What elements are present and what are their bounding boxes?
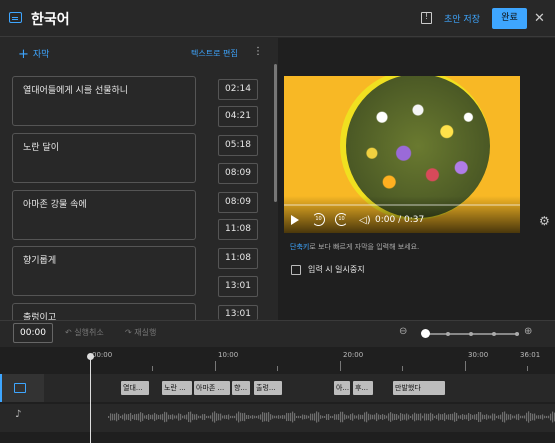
tick-label: 20:00: [343, 351, 364, 359]
zoom-step: [469, 332, 473, 336]
add-subtitle-button[interactable]: + 자막: [18, 47, 49, 62]
tick-label: 00:00: [92, 351, 113, 359]
cue-start-time[interactable]: 02:14: [218, 79, 258, 100]
feedback-icon[interactable]: [421, 12, 432, 24]
subtitles-icon: [9, 12, 22, 23]
zoom-slider[interactable]: [424, 332, 519, 336]
tick: [465, 361, 466, 371]
playhead[interactable]: [90, 356, 91, 443]
cue-text: 노란 달이: [23, 143, 59, 153]
subtitle-block[interactable]: 노란 ...: [162, 381, 192, 395]
zoom-in-icon[interactable]: ⊕: [524, 326, 532, 337]
subtitles-icon: [14, 383, 26, 393]
zoom-step: [492, 332, 496, 336]
save-draft-button[interactable]: 초안 저장: [444, 12, 480, 25]
cue-text-box[interactable]: 노란 달이: [12, 133, 196, 183]
subtitle-block[interactable]: 아...: [334, 381, 350, 395]
cue-start-time[interactable]: 13:01: [218, 305, 258, 320]
cue-text: 향기롭게: [23, 256, 57, 266]
cue-end-time[interactable]: 08:09: [218, 163, 258, 184]
subtitle-block[interactable]: 향...: [232, 381, 250, 395]
tick: [215, 361, 216, 371]
pause-while-typing-checkbox[interactable]: [291, 265, 301, 275]
pause-while-typing-label: 입력 시 일시중지: [308, 265, 365, 274]
shortcut-hint: 단축키로 보다 빠르게 자막을 입력해 보세요.: [290, 242, 419, 252]
cue-text-box[interactable]: 열대어들에게 시를 선물하니: [12, 76, 196, 126]
shortcut-hint-text: 로 보다 빠르게 자막을 입력해 보세요.: [309, 243, 420, 251]
subtitle-block[interactable]: 만발했다: [393, 381, 445, 395]
subtitle-block[interactable]: 아마존 ...: [194, 381, 230, 395]
undo-icon: ↶: [65, 328, 75, 337]
close-icon[interactable]: ✕: [534, 11, 545, 26]
play-icon[interactable]: [291, 215, 299, 225]
tick: [277, 366, 278, 371]
audio-waveform: [108, 411, 555, 423]
subtitle-block[interactable]: 열대...: [121, 381, 149, 395]
cue-text-box[interactable]: 향기롭게: [12, 246, 196, 296]
volume-icon[interactable]: ◁): [359, 215, 371, 226]
cue-list-scrollbar[interactable]: [274, 64, 277, 202]
zoom-slider-thumb[interactable]: [421, 329, 430, 338]
cue-text-box[interactable]: 출렁이고: [12, 303, 196, 323]
tick: [527, 366, 528, 371]
playhead-handle[interactable]: [87, 353, 94, 360]
current-time-field[interactable]: 00:00: [13, 323, 53, 343]
tick: [152, 366, 153, 371]
tick: [402, 366, 403, 371]
video-progress-bar[interactable]: [284, 204, 520, 206]
tick-label: 36:01: [520, 351, 541, 359]
cue-start-time[interactable]: 05:18: [218, 135, 258, 156]
cue-end-time[interactable]: 11:08: [218, 219, 258, 240]
undo-button[interactable]: ↶ 실행취소: [65, 327, 104, 338]
shortcut-link[interactable]: 단축키: [290, 243, 309, 251]
music-note-icon: ♪: [15, 409, 22, 420]
plus-icon: +: [18, 47, 29, 62]
cue-start-time[interactable]: 11:08: [218, 248, 258, 269]
tick: [340, 361, 341, 371]
redo-button[interactable]: ↷ 재실행: [125, 327, 156, 338]
edit-as-text-button[interactable]: 텍스트로 편집: [191, 48, 238, 59]
cue-text-box[interactable]: 아마존 강물 속에: [12, 190, 196, 240]
redo-label: 재실행: [134, 328, 157, 337]
zoom-step: [446, 332, 450, 336]
video-time: 0:00 / 0:37: [375, 215, 425, 225]
tick-label: 30:00: [468, 351, 489, 359]
timeline-ruler[interactable]: 00:00 10:00 20:00 30:00 36:01: [0, 347, 555, 372]
subtitle-block[interactable]: 출렁...: [254, 381, 282, 395]
zoom-step: [515, 332, 519, 336]
video-player[interactable]: 10 10 ◁) 0:00 / 0:37: [284, 76, 520, 233]
page-title: 한국어: [31, 12, 70, 28]
cue-end-time[interactable]: 04:21: [218, 106, 258, 127]
rewind-10-icon[interactable]: 10: [312, 213, 325, 226]
cue-end-time[interactable]: 13:01: [218, 276, 258, 297]
audio-track-header: [0, 404, 44, 432]
redo-icon: ↷: [125, 328, 135, 337]
cue-text: 아마존 강물 속에: [23, 200, 87, 210]
tick-label: 10:00: [218, 351, 239, 359]
zoom-out-icon[interactable]: ⊖: [399, 326, 407, 337]
add-subtitle-label: 자막: [32, 50, 50, 60]
more-options-icon[interactable]: ⋮: [253, 46, 263, 57]
settings-icon[interactable]: ⚙: [539, 214, 550, 228]
cue-start-time[interactable]: 08:09: [218, 192, 258, 213]
subtitle-block[interactable]: 후...: [353, 381, 373, 395]
forward-10-icon[interactable]: 10: [335, 213, 348, 226]
cue-text: 열대어들에게 시를 선물하니: [23, 86, 129, 96]
done-button[interactable]: 완료: [492, 8, 527, 29]
undo-label: 실행취소: [74, 328, 104, 337]
